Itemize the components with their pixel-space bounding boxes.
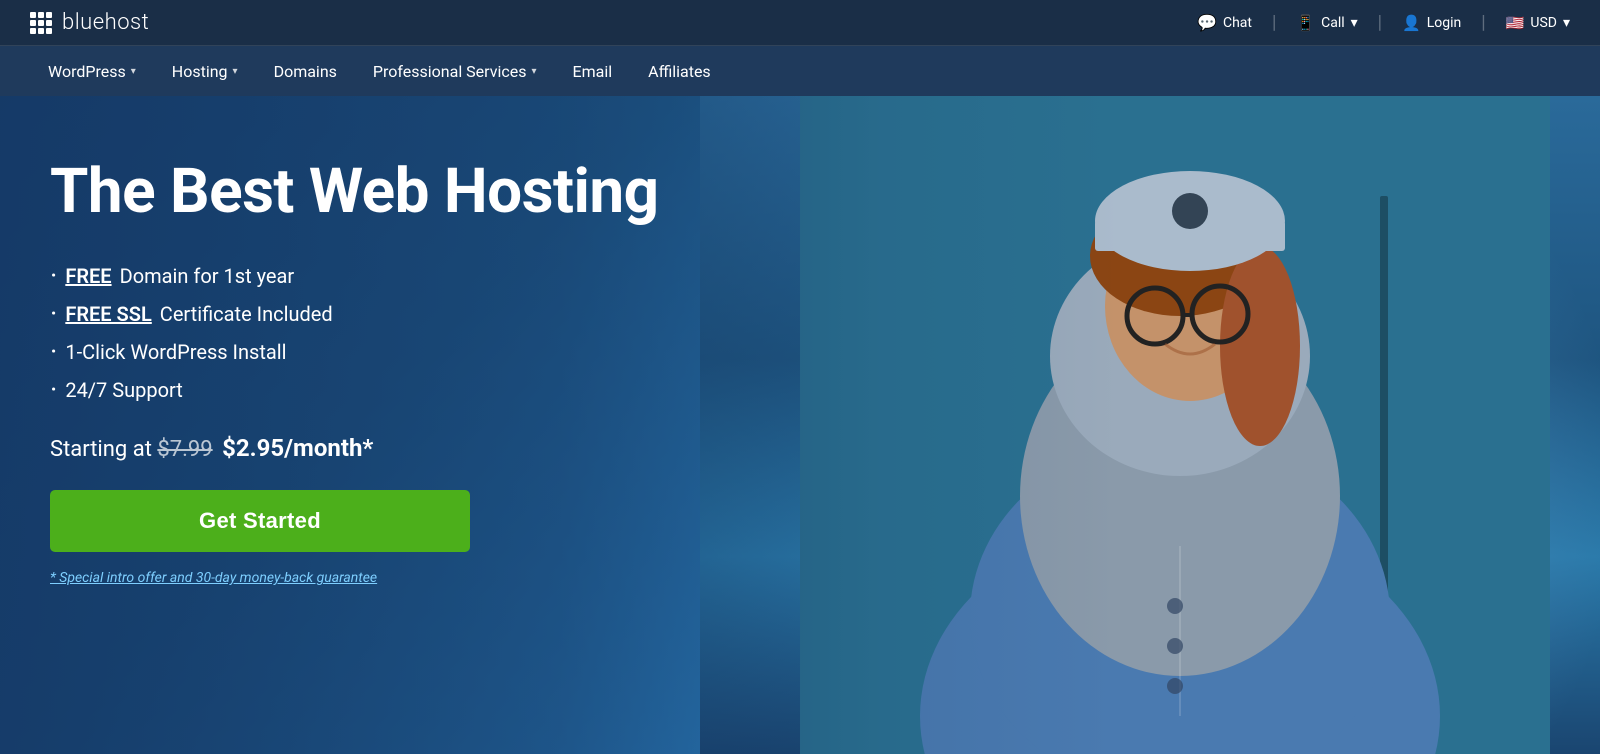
- top-bar-right: Chat | Call ▾ | Login | USD ▾: [1197, 12, 1570, 33]
- pricing-starting-label: Starting at: [50, 437, 152, 462]
- price-new: $2.95/month*: [222, 434, 373, 462]
- hero-content: The Best Web Hosting FREE Domain for 1st…: [50, 156, 750, 586]
- nav-item-domains[interactable]: Domains: [256, 46, 355, 96]
- nav-item-affiliates[interactable]: Affiliates: [630, 46, 729, 96]
- currency-chevron-icon: ▾: [1563, 15, 1570, 31]
- hero-features-list: FREE Domain for 1st year FREE SSL Certif…: [50, 262, 750, 404]
- login-icon: [1402, 14, 1421, 32]
- feature-item-3: 1-Click WordPress Install: [50, 338, 750, 366]
- hero-title: The Best Web Hosting: [50, 156, 750, 227]
- feature-free-domain-text: Domain for 1st year: [120, 264, 295, 288]
- feature-item-1: FREE Domain for 1st year: [50, 262, 750, 290]
- call-chevron-icon: ▾: [1351, 15, 1358, 31]
- currency-link[interactable]: USD ▾: [1506, 14, 1570, 32]
- main-nav: WordPress ▾ Hosting ▾ Domains Profession…: [0, 46, 1600, 96]
- divider-1: |: [1272, 12, 1276, 33]
- hosting-chevron-icon: ▾: [233, 66, 238, 77]
- login-link[interactable]: Login: [1402, 14, 1461, 32]
- hero-section: The Best Web Hosting FREE Domain for 1st…: [0, 96, 1600, 754]
- call-label: Call: [1321, 15, 1345, 31]
- feature-item-2: FREE SSL Certificate Included: [50, 300, 750, 328]
- logo-area[interactable]: bluehost: [30, 10, 149, 35]
- nav-label-hosting: Hosting: [172, 62, 228, 81]
- nav-label-wordpress: WordPress: [48, 62, 126, 81]
- divider-2: |: [1378, 12, 1382, 33]
- divider-3: |: [1481, 12, 1485, 33]
- login-label: Login: [1427, 15, 1462, 31]
- chat-link[interactable]: Chat: [1197, 13, 1252, 32]
- top-bar: bluehost Chat | Call ▾ | Login | USD ▾: [0, 0, 1600, 46]
- feature-free-ssl-bold: FREE SSL: [65, 302, 151, 326]
- hero-pricing: Starting at $7.99 $2.95/month*: [50, 434, 750, 462]
- get-started-button[interactable]: Get Started: [50, 490, 470, 552]
- logo-grid-icon: [30, 12, 52, 34]
- nav-item-hosting[interactable]: Hosting ▾: [154, 46, 256, 96]
- feature-support-text: 24/7 Support: [65, 378, 183, 402]
- hero-disclaimer[interactable]: * Special intro offer and 30-day money-b…: [50, 570, 750, 586]
- nav-label-affiliates: Affiliates: [648, 62, 711, 81]
- chat-label: Chat: [1223, 15, 1252, 31]
- nav-label-professional-services: Professional Services: [373, 62, 527, 81]
- professional-services-chevron-icon: ▾: [531, 66, 536, 77]
- feature-free-domain-bold: FREE: [65, 264, 111, 288]
- call-icon: [1296, 14, 1315, 32]
- nav-item-email[interactable]: Email: [555, 46, 631, 96]
- chat-icon: [1197, 13, 1217, 32]
- feature-item-4: 24/7 Support: [50, 376, 750, 404]
- nav-item-wordpress[interactable]: WordPress ▾: [30, 46, 154, 96]
- wordpress-chevron-icon: ▾: [131, 66, 136, 77]
- feature-free-ssl-text: Certificate Included: [160, 302, 333, 326]
- nav-item-professional-services[interactable]: Professional Services ▾: [355, 46, 555, 96]
- currency-label: USD: [1530, 15, 1557, 31]
- nav-label-domains: Domains: [274, 62, 337, 81]
- price-old: $7.99: [157, 437, 212, 462]
- currency-flag-icon: [1506, 14, 1525, 32]
- nav-label-email: Email: [573, 62, 613, 81]
- call-link[interactable]: Call ▾: [1296, 14, 1357, 32]
- logo-text[interactable]: bluehost: [62, 10, 149, 35]
- feature-wordpress-text: 1-Click WordPress Install: [65, 340, 286, 364]
